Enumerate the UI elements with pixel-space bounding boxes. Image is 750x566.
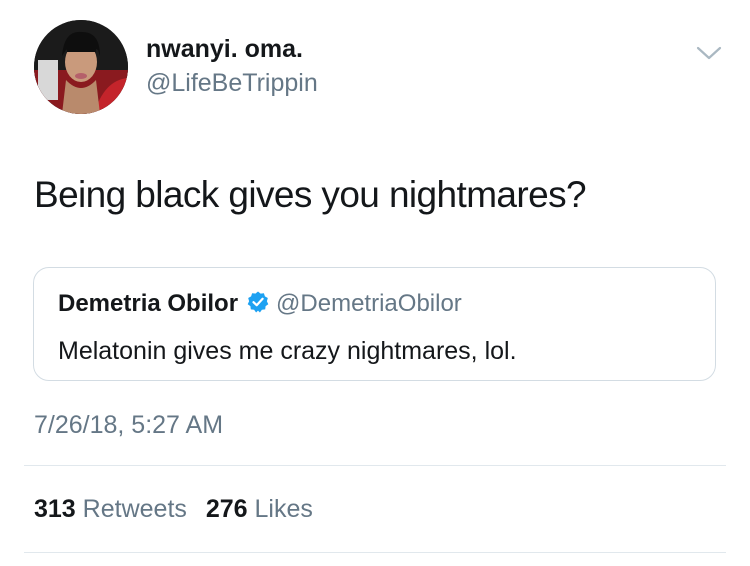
quoted-author-handle: @DemetriaObilor — [276, 290, 462, 317]
retweets-label: Retweets — [82, 495, 187, 523]
tweet-stats: 313 Retweets 276 Likes — [34, 494, 325, 524]
tweet-text: Being black gives you nightmares? — [34, 174, 587, 215]
retweets-count: 313 — [34, 495, 76, 523]
retweets-stat[interactable]: 313 Retweets — [34, 495, 187, 523]
author-avatar[interactable] — [34, 20, 128, 114]
verified-badge-icon — [246, 290, 270, 314]
divider — [24, 465, 726, 466]
quoted-author-name: Demetria Obilor — [58, 290, 239, 317]
likes-stat[interactable]: 276 Likes — [206, 495, 313, 523]
tweet-timestamp[interactable]: 7/26/18, 5:27 AM — [34, 410, 223, 440]
likes-count: 276 — [205, 495, 248, 523]
author-display-name[interactable]: nwanyi. oma. — [146, 34, 303, 64]
likes-label: Likes — [254, 495, 313, 523]
chevron-down-icon[interactable] — [694, 40, 724, 64]
quoted-tweet-card[interactable]: Demetria Obilor @DemetriaObilor Melatoni… — [33, 267, 716, 381]
author-handle[interactable]: @LifeBeTrippin — [146, 68, 318, 98]
quoted-tweet-text: Melatonin gives me crazy nightmares, lol… — [58, 337, 517, 365]
quoted-tweet-header: Demetria Obilor @DemetriaObilor — [58, 289, 462, 319]
divider — [24, 552, 726, 553]
